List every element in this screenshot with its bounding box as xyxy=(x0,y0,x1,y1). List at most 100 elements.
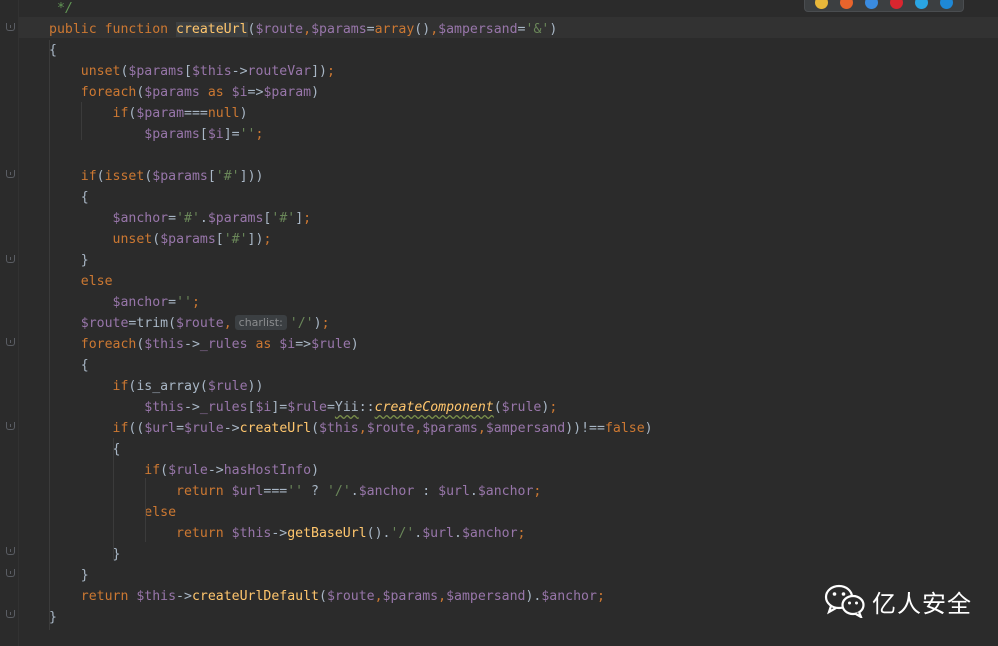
code-line[interactable]: { xyxy=(49,187,89,208)
code-token: } xyxy=(49,568,89,583)
code-token: ; xyxy=(596,589,605,604)
code-token: ])) xyxy=(239,169,264,184)
code-token: $ampersand xyxy=(438,22,518,37)
code-token: $params xyxy=(422,421,478,436)
code-line[interactable]: return $url==='' ? '/'.$anchor : $url.$a… xyxy=(49,481,541,502)
code-token: '/' xyxy=(289,316,314,331)
code-token: { xyxy=(49,190,89,205)
code-token: unset xyxy=(112,232,153,247)
edge-icon[interactable] xyxy=(940,0,953,9)
code-editor[interactable]: */public function createUrl($route,$para… xyxy=(0,0,998,646)
code-token: if xyxy=(112,421,129,436)
code-line[interactable]: return $this->getBaseUrl().'/'.$url.$anc… xyxy=(49,523,525,544)
code-token: false xyxy=(604,421,645,436)
code-line[interactable]: if(is_array($rule)) xyxy=(49,376,264,397)
code-line[interactable]: { xyxy=(49,439,121,460)
code-line[interactable]: $this->_rules[$i]=$rule=Yii::createCompo… xyxy=(49,397,557,418)
chrome-icon[interactable] xyxy=(815,0,828,9)
code-token: null xyxy=(207,106,240,121)
code-line[interactable]: } xyxy=(49,250,89,271)
code-token: $rule xyxy=(207,379,248,394)
code-token: ) xyxy=(311,85,320,100)
code-token: '/' xyxy=(390,526,415,541)
fold-marker-icon[interactable] xyxy=(6,170,15,178)
firefox-icon[interactable] xyxy=(840,0,853,9)
code-line[interactable]: $route=trim($route, charlist: '/'); xyxy=(49,313,330,334)
fold-marker-icon[interactable] xyxy=(6,569,15,577)
code-token: $url xyxy=(231,484,264,499)
code-line[interactable]: unset($params['#']); xyxy=(49,229,272,250)
code-token: $i xyxy=(207,127,224,142)
code-token: ; xyxy=(303,211,312,226)
code-token: $this xyxy=(319,421,359,436)
code-line[interactable]: return $this->createUrlDefault($route,$p… xyxy=(49,586,605,607)
code-token: createUrl xyxy=(239,421,312,436)
fold-marker-icon[interactable] xyxy=(6,338,15,346)
code-line[interactable]: } xyxy=(49,544,121,565)
code-line[interactable]: if($rule->hasHostInfo) xyxy=(49,460,319,481)
code-line[interactable]: foreach($params as $i=>$param) xyxy=(49,82,319,103)
code-line[interactable]: public function createUrl($route,$params… xyxy=(49,19,557,40)
code-line[interactable]: foreach($this->_rules as $i=>$rule) xyxy=(49,334,359,355)
code-token: $params xyxy=(207,211,264,226)
fold-marker-icon[interactable] xyxy=(6,547,15,555)
code-line[interactable]: { xyxy=(49,355,89,376)
safari-icon[interactable] xyxy=(865,0,878,9)
code-token: === xyxy=(184,106,208,121)
code-line[interactable]: $anchor='#'.$params['#']; xyxy=(49,208,312,229)
code-token: ; xyxy=(517,526,526,541)
code-token: ) xyxy=(644,421,653,436)
fold-marker-icon[interactable] xyxy=(6,23,15,31)
code-token: $params xyxy=(128,64,184,79)
code-line[interactable]: if(isset($params['#'])) xyxy=(49,166,264,187)
code-token: createUrl xyxy=(176,22,248,37)
editor-gutter xyxy=(0,0,19,646)
code-line[interactable]: } xyxy=(49,607,57,628)
code-token: ( xyxy=(493,400,502,415)
fold-marker-icon[interactable] xyxy=(6,610,15,618)
fold-marker-icon[interactable] xyxy=(6,422,15,430)
code-token: return xyxy=(176,484,232,499)
code-token: (). xyxy=(366,526,391,541)
fold-marker-icon[interactable] xyxy=(6,255,15,263)
code-token: else xyxy=(80,274,113,289)
code-token: $route xyxy=(176,316,224,331)
code-line[interactable]: $anchor=''; xyxy=(49,292,200,313)
code-token: $ampersand xyxy=(446,589,526,604)
code-line[interactable]: if(($url=$rule->createUrl($this,$route,$… xyxy=(49,418,653,439)
code-token: '' xyxy=(239,127,256,142)
code-token: $this xyxy=(144,400,184,415)
code-token: $params xyxy=(160,232,216,247)
code-line[interactable]: { xyxy=(49,40,57,61)
code-token: ). xyxy=(525,589,542,604)
code-token: ]) xyxy=(247,232,264,247)
code-token: ( xyxy=(311,421,320,436)
ie-icon[interactable] xyxy=(915,0,928,9)
code-token: $route xyxy=(80,316,129,331)
code-line[interactable]: unset($params[$this->routeVar]); xyxy=(49,61,335,82)
code-line[interactable]: */ xyxy=(57,0,73,19)
code-line[interactable]: if($param===null) xyxy=(49,103,248,124)
code-token: ; xyxy=(263,232,272,247)
code-token: $rule xyxy=(501,400,542,415)
code-token: $route xyxy=(255,22,304,37)
code-token: '/' xyxy=(326,484,351,499)
code-line[interactable]: } xyxy=(49,565,89,586)
code-token: $this xyxy=(136,589,177,604)
code-token: '#' xyxy=(215,169,240,184)
code-token: $params xyxy=(144,127,200,142)
code-token: => xyxy=(247,85,264,100)
code-line[interactable]: else xyxy=(49,271,113,292)
code-token: , xyxy=(223,316,232,331)
code-token: : xyxy=(414,484,439,499)
code-token: createUrlDefault xyxy=(191,589,319,604)
code-token: ] xyxy=(295,211,304,226)
indent-guide xyxy=(113,438,114,560)
opera-icon[interactable] xyxy=(890,0,903,9)
code-token: ; xyxy=(255,127,264,142)
code-token: (( xyxy=(128,421,145,436)
code-token: ) xyxy=(350,337,359,352)
